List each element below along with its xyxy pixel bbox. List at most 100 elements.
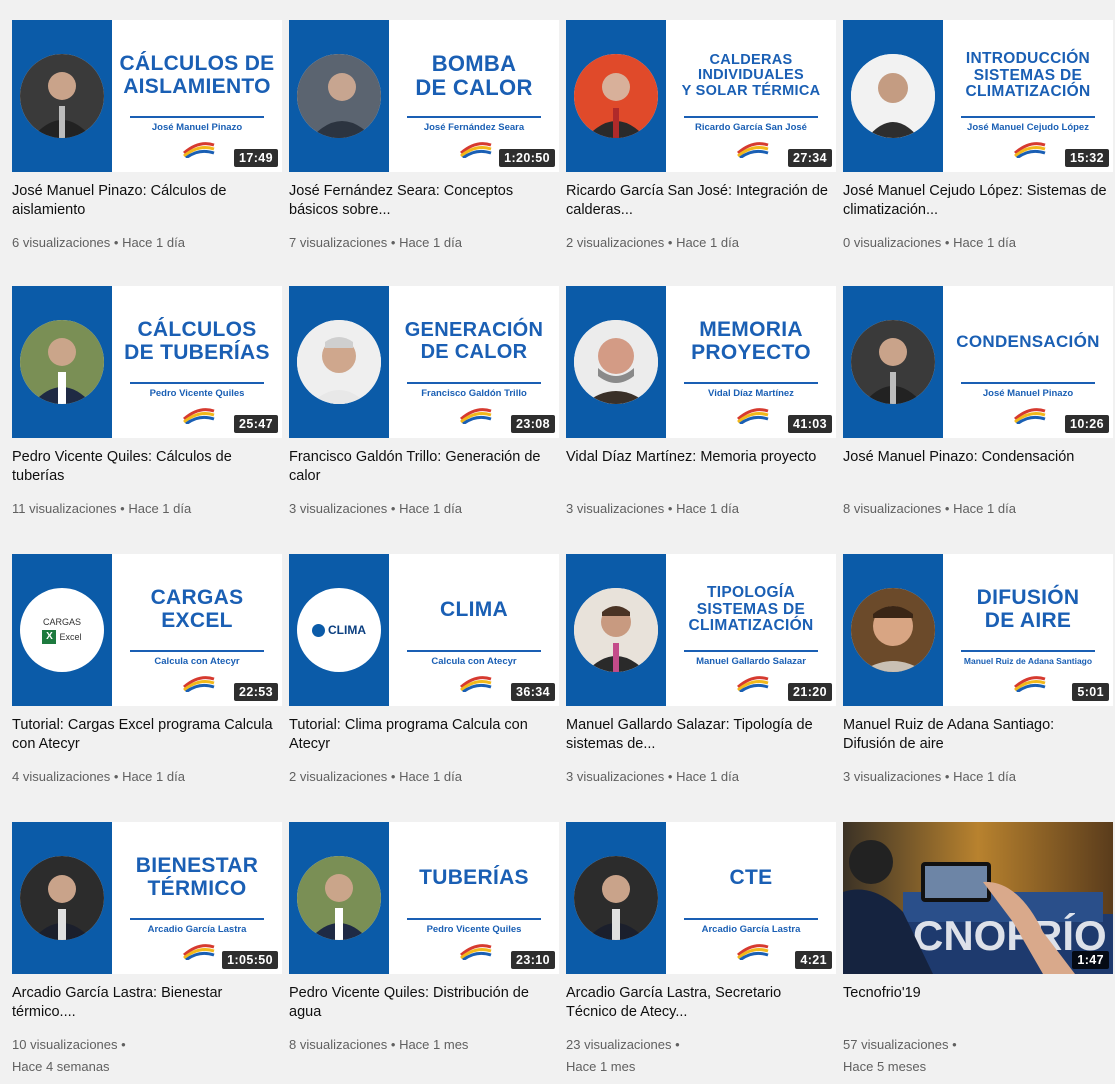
thumbnail-speaker: Manuel Gallardo Salazar: [696, 656, 806, 667]
thumbnail-speaker: Pedro Vicente Quiles: [426, 924, 522, 935]
video-title-link[interactable]: Pedro Vicente Quiles: Cálculos de tuberí…: [12, 448, 277, 490]
upload-age: Hace 1 mes: [566, 1059, 636, 1074]
clima-logo-icon: CLIMA: [297, 588, 381, 672]
video-title-link[interactable]: Arcadio García Lastra, Secretario Técnic…: [566, 984, 831, 1026]
speaker-portrait-icon: [574, 320, 658, 404]
video-card[interactable]: CÁLCULOS DE TUBERÍAS Pedro Vicente Quile…: [12, 286, 282, 548]
thumbnail-speaker: Vidal Díaz Martínez: [708, 388, 794, 399]
thumbnail-speaker: Francisco Galdón Trillo: [421, 388, 527, 399]
atecyr-logo-icon: [460, 944, 492, 960]
video-card[interactable]: CARGAS X Excel CARGAS EXCEL Calcula con …: [12, 554, 282, 816]
video-card[interactable]: TIPOLOGÍA SISTEMAS DE CLIMATIZACIÓN Manu…: [566, 554, 836, 816]
video-thumbnail[interactable]: BOMBA DE CALOR José Fernández Seara 1:20…: [289, 20, 559, 172]
video-thumbnail[interactable]: INTRODUCCIÓN SISTEMAS DE CLIMATIZACIÓN J…: [843, 20, 1113, 172]
upload-age: Hace 1 día: [676, 769, 739, 784]
duration-badge: 22:53: [234, 683, 278, 701]
video-thumbnail[interactable]: DIFUSIÓN DE AIRE Manuel Ruiz de Adana Sa…: [843, 554, 1113, 706]
thumbnail-speaker: Arcadio García Lastra: [147, 924, 247, 935]
thumbnail-title: GENERACIÓN DE CALOR: [404, 319, 544, 363]
view-count: 23 visualizaciones •: [566, 1037, 680, 1052]
video-thumbnail[interactable]: CTE Arcadio García Lastra 4:21: [566, 822, 836, 974]
video-title-link[interactable]: José Manuel Pinazo: Condensación: [843, 448, 1108, 490]
video-card[interactable]: CONDENSACIÓN José Manuel Pinazo 10:26 Jo…: [843, 286, 1113, 548]
video-card[interactable]: DIFUSIÓN DE AIRE Manuel Ruiz de Adana Sa…: [843, 554, 1113, 816]
video-meta: 7 visualizaciones • Hace 1 día: [289, 235, 462, 250]
separator: [961, 116, 1095, 118]
separator: [407, 918, 541, 920]
video-meta: 8 visualizaciones • Hace 1 día: [843, 501, 1016, 516]
video-card[interactable]: CTE Arcadio García Lastra 4:21 Arcadio G…: [566, 822, 836, 1084]
video-thumbnail[interactable]: CARGAS X Excel CARGAS EXCEL Calcula con …: [12, 554, 282, 706]
video-title-link[interactable]: José Manuel Cejudo López: Sistemas de cl…: [843, 182, 1108, 224]
thumbnail-speaker: Manuel Ruiz de Adana Santiago: [963, 656, 1093, 666]
view-count: 6 visualizaciones: [12, 235, 111, 250]
video-title-link[interactable]: Ricardo García San José: Integración de …: [566, 182, 831, 224]
video-thumbnail[interactable]: TUBERÍAS Pedro Vicente Quiles 23:10: [289, 822, 559, 974]
speaker-portrait-icon: [574, 588, 658, 672]
video-card[interactable]: MEMORIA PROYECTO Vidal Díaz Martínez 41:…: [566, 286, 836, 548]
thumbnail-speaker: Calcula con Atecyr: [431, 656, 517, 667]
video-card[interactable]: CALDERAS INDIVIDUALES Y SOLAR TÉRMICA Ri…: [566, 20, 836, 282]
separator: [684, 382, 818, 384]
thumbnail-speaker: Pedro Vicente Quiles: [149, 388, 245, 399]
video-title-link[interactable]: Pedro Vicente Quiles: Distribución de ag…: [289, 984, 554, 1026]
view-count: 3 visualizaciones: [843, 769, 942, 784]
video-title-link[interactable]: Manuel Gallardo Salazar: Tipología de si…: [566, 716, 831, 758]
video-thumbnail[interactable]: CLIMA CLIMA Calcula con Atecyr 36:34: [289, 554, 559, 706]
thumbnail-speaker: Calcula con Atecyr: [154, 656, 240, 667]
video-thumbnail[interactable]: CNOFRÍO 1:47: [843, 822, 1113, 974]
atecyr-logo-icon: [1014, 142, 1046, 158]
video-card[interactable]: TUBERÍAS Pedro Vicente Quiles 23:10 Pedr…: [289, 822, 559, 1084]
video-thumbnail[interactable]: BIENESTAR TÉRMICO Arcadio García Lastra …: [12, 822, 282, 974]
video-title-link[interactable]: Manuel Ruiz de Adana Santiago: Difusión …: [843, 716, 1108, 758]
video-card[interactable]: CNOFRÍO 1:47 Tecnofrio'19 57 visualizaci…: [843, 822, 1113, 1084]
speaker-portrait-icon: [851, 588, 935, 672]
video-thumbnail[interactable]: GENERACIÓN DE CALOR Francisco Galdón Tri…: [289, 286, 559, 438]
video-card[interactable]: BIENESTAR TÉRMICO Arcadio García Lastra …: [12, 822, 282, 1084]
upload-age: Hace 1 día: [399, 769, 462, 784]
video-thumbnail[interactable]: TIPOLOGÍA SISTEMAS DE CLIMATIZACIÓN Manu…: [566, 554, 836, 706]
thumbnail-title: CÁLCULOS DE AISLAMIENTO: [119, 52, 275, 98]
thumbnail-speaker: Ricardo García San José: [695, 122, 807, 133]
thumbnail-title: CÁLCULOS DE TUBERÍAS: [124, 318, 270, 364]
video-thumbnail[interactable]: CALDERAS INDIVIDUALES Y SOLAR TÉRMICA Ri…: [566, 20, 836, 172]
video-thumbnail[interactable]: MEMORIA PROYECTO Vidal Díaz Martínez 41:…: [566, 286, 836, 438]
video-thumbnail[interactable]: CÁLCULOS DE TUBERÍAS Pedro Vicente Quile…: [12, 286, 282, 438]
video-title-link[interactable]: Tutorial: Clima programa Calcula con Ate…: [289, 716, 554, 758]
atecyr-logo-icon: [183, 408, 215, 424]
video-card[interactable]: CÁLCULOS DE AISLAMIENTO José Manuel Pina…: [12, 20, 282, 282]
upload-age: Hace 1 día: [122, 235, 185, 250]
thumbnail-speaker: José Manuel Pinazo: [151, 122, 243, 133]
view-count: 3 visualizaciones: [289, 501, 388, 516]
video-thumbnail[interactable]: CÁLCULOS DE AISLAMIENTO José Manuel Pina…: [12, 20, 282, 172]
video-thumbnail[interactable]: CONDENSACIÓN José Manuel Pinazo 10:26: [843, 286, 1113, 438]
upload-age: Hace 5 meses: [843, 1059, 927, 1074]
video-title-link[interactable]: José Fernández Seara: Conceptos básicos …: [289, 182, 554, 224]
video-title-link[interactable]: Francisco Galdón Trillo: Generación de c…: [289, 448, 554, 490]
duration-badge: 1:20:50: [499, 149, 555, 167]
thumbnail-title: CTE: [729, 865, 773, 889]
duration-badge: 41:03: [788, 415, 832, 433]
video-card[interactable]: INTRODUCCIÓN SISTEMAS DE CLIMATIZACIÓN J…: [843, 20, 1113, 282]
video-card[interactable]: GENERACIÓN DE CALOR Francisco Galdón Tri…: [289, 286, 559, 548]
atecyr-logo-icon: [737, 142, 769, 158]
upload-age: Hace 1 día: [953, 769, 1016, 784]
view-count: 2 visualizaciones: [566, 235, 665, 250]
video-title-link[interactable]: Tutorial: Cargas Excel programa Calcula …: [12, 716, 277, 758]
video-title-link[interactable]: Tecnofrio'19: [843, 984, 1108, 1026]
separator: [130, 116, 264, 118]
video-title-link[interactable]: Arcadio García Lastra: Bienestar térmico…: [12, 984, 277, 1026]
video-card[interactable]: CLIMA CLIMA Calcula con Atecyr 36:34 Tut…: [289, 554, 559, 816]
video-title-link[interactable]: José Manuel Pinazo: Cálculos de aislamie…: [12, 182, 277, 224]
logo-bottom-text: Excel: [59, 631, 82, 642]
view-count: 3 visualizaciones: [566, 769, 665, 784]
speaker-portrait-icon: [574, 856, 658, 940]
view-count: 8 visualizaciones: [843, 501, 942, 516]
thumbnail-title: BIENESTAR TÉRMICO: [135, 854, 259, 900]
video-title-link[interactable]: Vidal Díaz Martínez: Memoria proyecto: [566, 448, 831, 490]
clima-dot-icon: [312, 623, 325, 637]
duration-badge: 5:01: [1072, 683, 1109, 701]
video-card[interactable]: BOMBA DE CALOR José Fernández Seara 1:20…: [289, 20, 559, 282]
separator: [130, 382, 264, 384]
atecyr-logo-icon: [183, 142, 215, 158]
